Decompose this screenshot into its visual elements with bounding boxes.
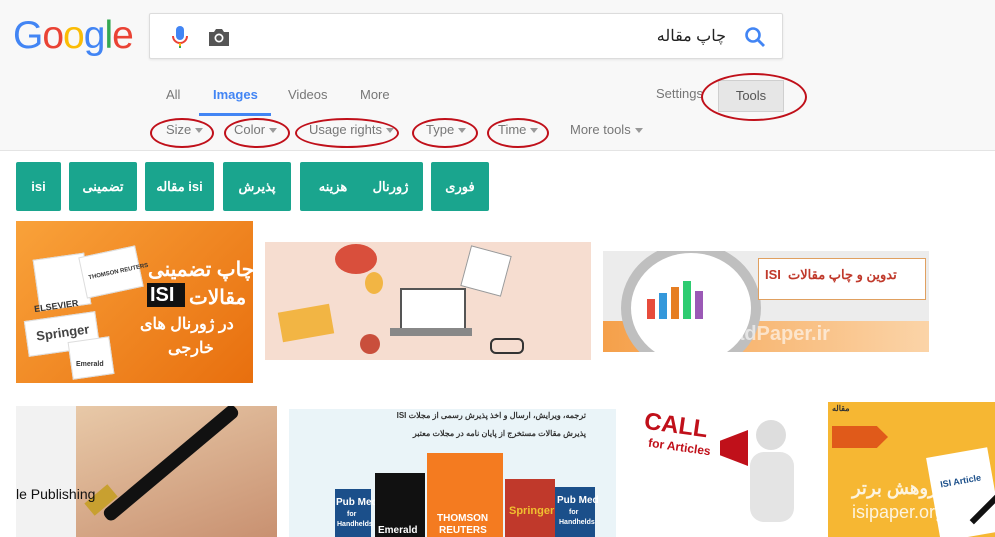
chip-guaranteed[interactable]: تضمینی: [69, 162, 137, 211]
pubmed-label: Pub Med: [557, 495, 599, 506]
hand-illustration: [360, 334, 380, 354]
image-title: مقاله: [832, 404, 850, 413]
pubmed-for: for: [347, 511, 357, 518]
search-icon[interactable]: [742, 24, 768, 50]
pubmed-label: Pub Med: [336, 497, 378, 508]
annotation-ellipse: [295, 118, 399, 148]
search-box[interactable]: چاپ مقاله: [149, 13, 783, 59]
lightbulb-illustration: [365, 272, 383, 294]
tab-more[interactable]: More: [360, 87, 390, 102]
image-result[interactable]: CALL for Articles: [628, 402, 816, 537]
springer-label: Springer: [509, 505, 555, 517]
annotation-ellipse: [487, 118, 549, 148]
image-caption: le Publishing: [16, 486, 96, 502]
bar-icon: [671, 287, 679, 319]
pubmed-handhelds: Handhelds: [559, 519, 595, 526]
tab-videos[interactable]: Videos: [288, 87, 328, 102]
logo-letter: G: [13, 14, 43, 57]
thomson-label-2: REUTERS: [439, 525, 487, 536]
tab-images[interactable]: Images: [213, 87, 258, 102]
glasses-illustration: [490, 338, 524, 354]
figure-body: [750, 452, 794, 522]
bar-icon: [647, 299, 655, 319]
logo-letter: o: [42, 14, 64, 57]
chevron-down-icon: [634, 128, 643, 134]
logo-letter: o: [63, 14, 85, 57]
image-result[interactable]: تدوین و چاپ مقالات ISI DownloadPaper.ir: [603, 251, 929, 352]
chip-isi[interactable]: isi: [16, 162, 61, 211]
annotation-ellipse: [150, 118, 214, 148]
mic-icon[interactable]: [170, 25, 190, 49]
tab-all[interactable]: All: [166, 87, 180, 102]
emerald-label: Emerald: [76, 361, 104, 368]
bar-icon: [683, 281, 691, 319]
image-line1: ترجمه، ویرایش، ارسال و اخذ پذیرش رسمی از…: [396, 411, 586, 420]
image-line4: خارجی: [168, 340, 214, 357]
image-title: تدوین و چاپ مقالات: [788, 267, 897, 282]
watermark-text: DownloadPaper.ir: [661, 323, 830, 345]
image-line2: مقالات: [189, 287, 247, 309]
logo-letter: e: [112, 14, 134, 57]
chip-acceptance[interactable]: پذیرش: [223, 162, 291, 211]
image-result[interactable]: مقاله ISI Article پژوهش برتر isipaper.or…: [828, 402, 995, 537]
annotation-ellipse: [412, 118, 478, 148]
isi-label: ISI: [150, 284, 175, 306]
image-result[interactable]: le Publishing: [16, 406, 277, 537]
google-logo[interactable]: Google: [13, 14, 134, 58]
image-line3: در ژورنال های: [140, 316, 234, 333]
image-line2: پذیرش مقالات مستخرج از پایان نامه در مجل…: [412, 429, 586, 438]
laptop-base: [390, 328, 472, 336]
annotation-ellipse: [224, 118, 290, 148]
image-result[interactable]: ترجمه، ویرایش، ارسال و اخذ پذیرش رسمی از…: [289, 409, 616, 537]
image-headline: چاپ تضمینی: [148, 259, 253, 281]
logo-letter: g: [83, 14, 106, 57]
isi-label: ISI: [765, 267, 781, 282]
search-input[interactable]: چاپ مقاله: [657, 26, 726, 46]
chip-urgent[interactable]: فوری: [431, 162, 489, 211]
thomson-label-1: THOMSON: [437, 513, 489, 524]
settings-link[interactable]: Settings: [656, 86, 703, 101]
emerald-card: [67, 336, 115, 380]
bar-icon: [695, 291, 703, 319]
bar-icon: [659, 293, 667, 319]
watermark-text: پژوهش برتر: [852, 478, 943, 498]
megaphone-icon: [720, 430, 748, 466]
notebook-illustration: [460, 245, 512, 297]
logo-letter: l: [104, 14, 113, 57]
emerald-label: Emerald: [378, 525, 418, 536]
mortarboard-illustration: [335, 244, 377, 274]
pubmed-for: for: [569, 509, 579, 516]
watermark-url: isipaper.org: [852, 502, 946, 522]
filter-more-tools[interactable]: More tools: [570, 122, 643, 137]
pubmed-handhelds: Handhelds: [337, 521, 373, 528]
laptop-illustration: [400, 288, 466, 332]
figure-head: [756, 420, 786, 450]
chip-cost[interactable]: هزینه: [300, 162, 366, 211]
active-tab-indicator: [199, 113, 271, 116]
filter-more-tools-label: More tools: [570, 122, 631, 137]
folder-illustration: [277, 303, 335, 343]
arrow-shape: [832, 426, 888, 448]
chip-isi-article[interactable]: مقاله isi: [145, 162, 214, 211]
annotation-ellipse: [701, 73, 807, 121]
image-result[interactable]: ELSEVIER THOMSON REUTERS Springer Emeral…: [16, 221, 253, 383]
chip-journal[interactable]: ژورنال: [358, 162, 423, 211]
camera-icon[interactable]: [207, 26, 231, 48]
image-result[interactable]: [265, 242, 591, 360]
